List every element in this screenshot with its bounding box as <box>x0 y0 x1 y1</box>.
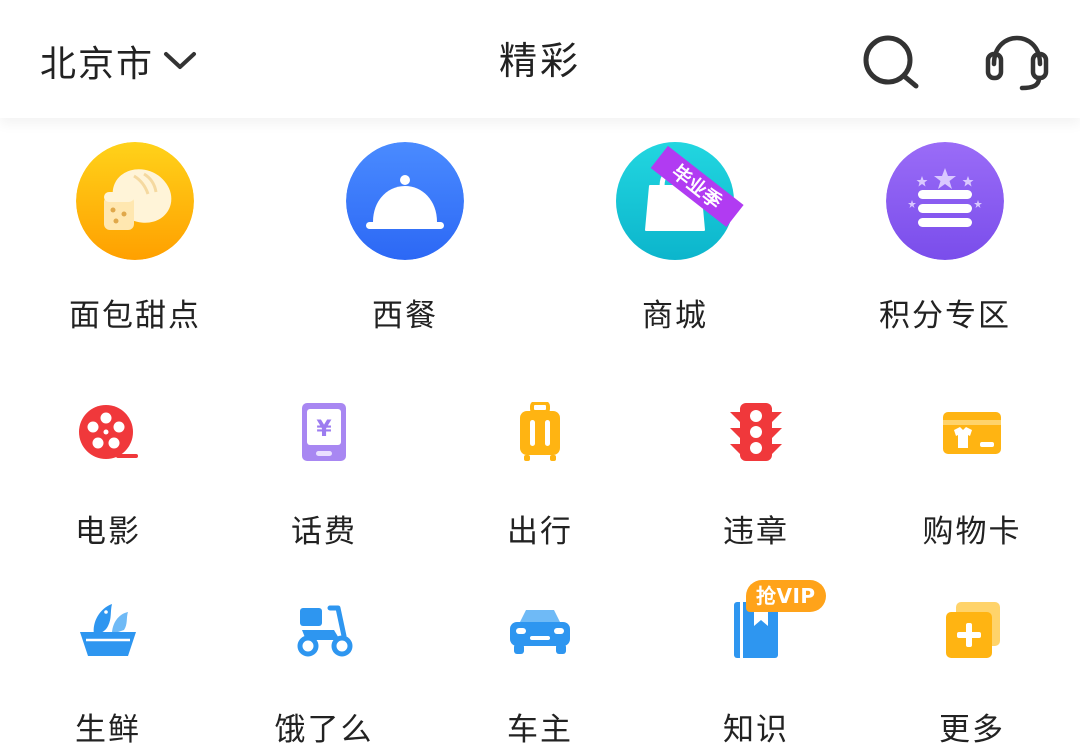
service-travel[interactable]: 出行 <box>432 401 648 572</box>
service-movie[interactable]: 电影 <box>0 402 216 572</box>
fish-basket-icon <box>78 600 138 660</box>
service-western-food[interactable]: 西餐 <box>270 140 540 340</box>
service-label: 话费 <box>291 514 357 550</box>
service-label: 商城 <box>642 298 708 334</box>
more-plus-icon <box>942 600 1002 660</box>
service-eleme[interactable]: 饿了么 <box>216 600 432 749</box>
service-label: 积分专区 <box>879 298 1011 334</box>
service-label: 生鲜 <box>75 712 141 748</box>
shopping-card-icon <box>942 402 1002 462</box>
service-fresh-food[interactable]: 生鲜 <box>0 600 216 749</box>
service-label: 知识 <box>723 712 789 748</box>
phone-yuan-icon: ¥ <box>294 402 354 462</box>
service-car-owner[interactable]: 车主 <box>432 600 648 749</box>
service-bread-dessert[interactable]: 面包甜点 <box>0 140 270 340</box>
film-reel-icon <box>78 402 138 462</box>
yuan-glyph: ¥ <box>316 417 332 442</box>
customer-service-button[interactable] <box>982 30 1052 96</box>
service-label: 购物卡 <box>922 514 1022 550</box>
featured-services: 面包甜点 西餐 毕业季 商城 积分专区 <box>0 140 1080 340</box>
service-label: 更多 <box>939 712 1005 748</box>
service-knowledge[interactable]: 知识 <box>648 600 864 749</box>
service-label: 车主 <box>507 712 573 748</box>
service-label: 电影 <box>75 514 141 550</box>
scooter-icon <box>294 600 354 660</box>
top-bar: 北京市 精彩 <box>0 0 1080 118</box>
service-label: 西餐 <box>372 298 438 334</box>
service-shopping-card[interactable]: 购物卡 <box>864 402 1080 572</box>
service-traffic-violation[interactable]: 违章 <box>648 402 864 572</box>
bread-icon <box>76 142 194 260</box>
shopping-bag-icon: 毕业季 <box>616 142 744 260</box>
cloche-icon <box>346 142 464 260</box>
service-more[interactable]: 更多 <box>864 600 1080 749</box>
service-label: 出行 <box>507 514 573 550</box>
service-label: 饿了么 <box>274 712 374 748</box>
car-icon <box>510 600 570 660</box>
points-list-icon <box>886 142 1004 260</box>
service-label: 违章 <box>723 514 789 550</box>
traffic-light-icon <box>726 402 786 462</box>
service-label: 面包甜点 <box>69 298 201 334</box>
headset-icon <box>985 35 1049 91</box>
service-points-zone[interactable]: 积分专区 <box>810 140 1080 340</box>
search-button[interactable] <box>858 30 924 96</box>
luggage-icon <box>510 401 570 462</box>
vip-badge: 抢VIP <box>746 580 826 612</box>
service-phone-bill[interactable]: ¥ 话费 <box>216 402 432 572</box>
service-mall[interactable]: 毕业季 商城 <box>540 140 810 340</box>
search-icon <box>863 35 919 89</box>
